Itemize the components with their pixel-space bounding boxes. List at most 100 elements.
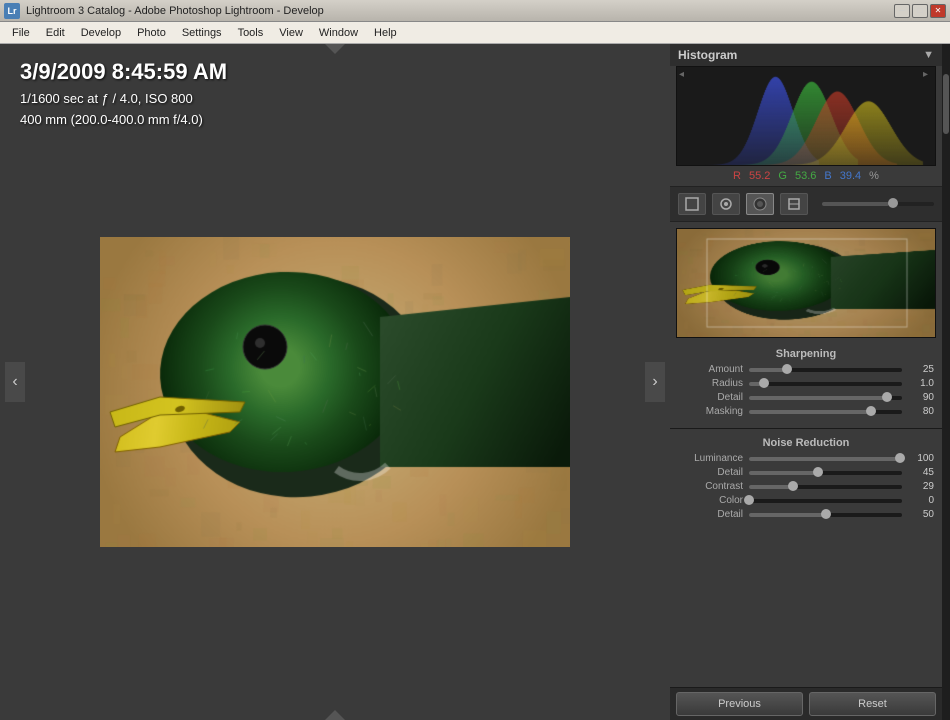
titlebar-text: Lightroom 3 Catalog - Adobe Photoshop Li… [26,5,894,17]
sharpening-title: Sharpening [678,348,934,360]
crop-tool-button[interactable] [678,193,706,215]
photo-panel: 3/9/2009 8:45:59 AM 1/1600 sec at ƒ / 4.… [0,44,670,720]
luminance-slider[interactable] [749,457,902,461]
color-detail-slider[interactable] [749,513,902,517]
photo-date: 3/9/2009 8:45:59 AM [20,59,227,85]
detail-slider-thumb [882,392,892,402]
color-label: Color [678,495,743,506]
photo-container [100,237,570,547]
amount-label: Amount [678,364,743,375]
lens-info: 400 mm (200.0-400.0 mm f/4.0) [20,110,227,131]
g-value: 53.6 [795,170,816,182]
tool-row [670,186,942,222]
contrast-value: 29 [906,481,934,492]
noise-reduction-section: Noise Reduction Luminance 100 Detail [670,433,942,527]
menu-item-photo[interactable]: Photo [129,25,174,41]
main-container: 3/9/2009 8:45:59 AM 1/1600 sec at ƒ / 4.… [0,44,950,720]
app-icon: Lr [4,3,20,19]
photo-meta: 1/1600 sec at ƒ / 4.0, ISO 800 400 mm (2… [20,89,227,131]
masking-slider-thumb [866,406,876,416]
right-scrollbar[interactable] [942,44,950,720]
tool-slider-area [822,202,934,206]
menu-item-help[interactable]: Help [366,25,405,41]
color-slider-thumb [744,495,754,505]
detail-slider[interactable] [749,396,902,400]
color-value: 0 [906,495,934,506]
amount-slider[interactable] [749,368,902,372]
nr-detail-slider[interactable] [749,471,902,475]
right-panel: Histogram ▼ ◂ ▸ R 55.2 G 53.6 B 39.4 % [670,44,942,720]
photo-canvas [100,237,570,547]
color-row: Color 0 [678,495,934,506]
adjustment-brush-button[interactable] [780,193,808,215]
histogram-canvas [677,67,935,165]
nr-detail-slider-thumb [813,467,823,477]
reset-button[interactable]: Reset [809,692,936,716]
titlebar: Lr Lightroom 3 Catalog - Adobe Photoshop… [0,0,950,22]
spot-removal-button[interactable] [712,193,740,215]
luminance-slider-thumb [895,453,905,463]
nav-next-arrow[interactable]: › [645,362,665,402]
masking-value: 80 [906,406,934,417]
radius-label: Radius [678,378,743,389]
noise-reduction-title: Noise Reduction [678,437,934,449]
close-button[interactable]: ✕ [930,4,946,18]
photo-info: 3/9/2009 8:45:59 AM 1/1600 sec at ƒ / 4.… [20,59,227,131]
bottom-buttons: Previous Reset [670,687,942,720]
histogram-area: ◂ ▸ [676,66,936,166]
histogram-dropdown-icon[interactable]: ▼ [923,49,934,61]
contrast-slider-thumb [788,481,798,491]
nr-detail-label: Detail [678,467,743,478]
minimize-button[interactable]: ─ [894,4,910,18]
maximize-button[interactable]: □ [912,4,928,18]
histogram-header: Histogram ▼ [670,44,942,66]
menu-item-develop[interactable]: Develop [73,25,129,41]
menu-item-view[interactable]: View [271,25,311,41]
redeye-button[interactable] [746,193,774,215]
histogram-clip-right-icon: ▸ [923,69,933,79]
tool-slider-thumb [888,198,898,208]
radius-slider-thumb [759,378,769,388]
contrast-row: Contrast 29 [678,481,934,492]
histogram-clip-left-icon: ◂ [679,69,689,79]
right-panel-wrapper: Histogram ▼ ◂ ▸ R 55.2 G 53.6 B 39.4 % [670,44,950,720]
amount-value: 25 [906,364,934,375]
detail-value: 90 [906,392,934,403]
menu-item-edit[interactable]: Edit [38,25,73,41]
b-value: 39.4 [840,170,861,182]
luminance-value: 100 [906,453,934,464]
menu-item-window[interactable]: Window [311,25,366,41]
masking-row: Masking 80 [678,406,934,417]
menu-item-file[interactable]: File [4,25,38,41]
color-slider[interactable] [749,499,902,503]
amount-row: Amount 25 [678,364,934,375]
preview-canvas [677,229,935,337]
nav-previous-arrow[interactable]: ‹ [5,362,25,402]
scrollbar-thumb[interactable] [943,74,949,134]
menu-item-tools[interactable]: Tools [230,25,272,41]
radius-value: 1.0 [906,378,934,389]
contrast-label: Contrast [678,481,743,492]
detail-label: Detail [678,392,743,403]
amount-slider-thumb [782,364,792,374]
masking-slider[interactable] [749,410,902,414]
contrast-slider[interactable] [749,485,902,489]
histogram-title: Histogram [678,48,737,62]
window-controls: ─ □ ✕ [894,4,946,18]
top-fold-indicator [325,44,345,54]
rgb-values: R 55.2 G 53.6 B 39.4 % [670,166,942,186]
radius-slider[interactable] [749,382,902,386]
color-detail-row: Detail 50 [678,509,934,520]
detail-row: Detail 90 [678,392,934,403]
previous-button[interactable]: Previous [676,692,803,716]
color-detail-slider-thumb [821,509,831,519]
luminance-row: Luminance 100 [678,453,934,464]
section-divider-1 [670,428,942,429]
b-label: B [824,170,831,182]
tool-slider[interactable] [822,202,934,206]
preview-thumbnail [676,228,936,338]
color-detail-label: Detail [678,509,743,520]
exposure-info: 1/1600 sec at ƒ / 4.0, ISO 800 [20,89,227,110]
menu-item-settings[interactable]: Settings [174,25,230,41]
bottom-fold-indicator [325,710,345,720]
